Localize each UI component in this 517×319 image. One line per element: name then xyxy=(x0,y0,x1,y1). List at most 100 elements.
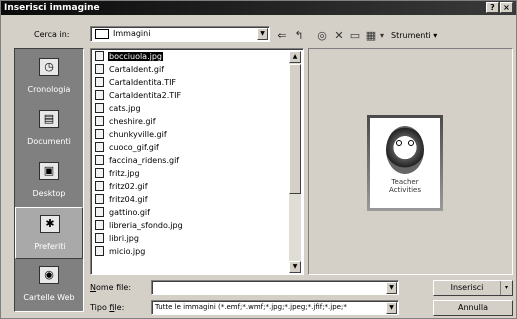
file-name-field[interactable]: ▼ xyxy=(151,280,399,295)
vertical-scrollbar[interactable]: ▲ ▼ xyxy=(289,51,301,273)
list-item[interactable]: libri.jpg xyxy=(95,233,140,244)
list-item[interactable]: gattino.gif xyxy=(95,207,151,218)
preview-caption-line1: Teacher xyxy=(391,178,419,186)
new-folder-icon[interactable]: ▭ xyxy=(348,28,362,44)
list-item[interactable]: fritz.jpg xyxy=(95,168,141,179)
insert-picture-dialog: Inserisci immagine ? × Cerca in: Immagin… xyxy=(0,0,517,319)
image-file-icon xyxy=(95,220,104,230)
close-button[interactable]: × xyxy=(500,2,513,13)
file-name: libri.jpg xyxy=(109,234,139,243)
place-label: Cronologia xyxy=(27,85,71,94)
image-file-icon xyxy=(95,168,104,178)
views-icon[interactable]: ▦ xyxy=(364,28,378,44)
place-my-documents[interactable]: ▤ Documenti xyxy=(15,103,83,155)
scroll-up-icon[interactable]: ▲ xyxy=(289,51,301,63)
tools-dropdown-icon: ▾ xyxy=(433,31,438,40)
file-name: fritz04.gif xyxy=(109,195,148,204)
image-file-icon xyxy=(95,103,104,113)
delete-icon[interactable]: ✕ xyxy=(332,28,346,44)
desktop-icon: ▣ xyxy=(39,162,59,180)
image-file-icon xyxy=(95,233,104,243)
file-type-label-prefix: Tipo xyxy=(90,303,110,312)
tools-menu[interactable]: Strumenti ▾ xyxy=(391,31,437,40)
insert-button-label: Inserisci xyxy=(450,283,484,292)
tools-menu-label: Strumenti xyxy=(391,31,431,40)
history-icon: ◷ xyxy=(39,58,59,76)
insert-options-icon[interactable]: ▾ xyxy=(500,281,512,295)
chevron-down-icon[interactable]: ▼ xyxy=(386,302,397,314)
list-item[interactable]: CartaIdentita.TIF xyxy=(95,77,177,88)
image-file-icon xyxy=(95,116,104,126)
file-name: micio.jpg xyxy=(109,247,146,256)
file-name: CartaIdent.gif xyxy=(109,65,165,74)
image-file-icon xyxy=(95,129,104,139)
place-label: Cartelle Web xyxy=(23,293,75,302)
list-item[interactable]: cats.jpg xyxy=(95,103,142,114)
place-label: Preferiti xyxy=(34,242,66,251)
views-dropdown-icon[interactable]: ▾ xyxy=(378,28,386,44)
list-item[interactable]: libreria_sfondo.jpg xyxy=(95,220,184,231)
preview-caption-line2: Activities xyxy=(389,186,421,194)
file-type-label: Tipo file: xyxy=(90,303,124,312)
my-documents-icon: ▤ xyxy=(39,110,59,128)
image-file-icon xyxy=(95,194,104,204)
file-type-dropdown[interactable]: Tutte le immagini (*.emf;*.wmf;*.jpg;*.j… xyxy=(151,300,399,315)
file-name: fritz02.gif xyxy=(109,182,148,191)
file-name: fritz.jpg xyxy=(109,169,140,178)
chevron-down-icon[interactable]: ▼ xyxy=(386,282,397,294)
file-type-label-rest: ile: xyxy=(114,303,125,312)
list-item[interactable]: CartaIdentita2.TIF xyxy=(95,90,182,101)
web-folders-icon: ◉ xyxy=(39,266,59,284)
place-history[interactable]: ◷ Cronologia xyxy=(15,51,83,103)
scroll-down-icon[interactable]: ▼ xyxy=(289,261,301,273)
look-in-value: Immagini xyxy=(113,29,151,38)
folder-icon xyxy=(95,29,109,39)
file-name: cats.jpg xyxy=(109,104,141,113)
list-item[interactable]: micio.jpg xyxy=(95,246,146,257)
preview-picture: Teacher Activities xyxy=(370,118,440,208)
list-item[interactable]: bocciuola.jpg xyxy=(95,51,164,62)
file-name: cheshire.gif xyxy=(109,117,156,126)
file-name: bocciuola.jpg xyxy=(108,52,164,61)
list-item[interactable]: CartaIdent.gif xyxy=(95,64,165,75)
image-file-icon xyxy=(95,181,104,191)
list-item[interactable]: cuoco_gif.gif xyxy=(95,142,160,153)
look-in-dropdown[interactable]: Immagini ▼ xyxy=(90,26,270,42)
up-folder-icon[interactable]: ↰ xyxy=(291,28,307,44)
search-web-icon[interactable]: ◎ xyxy=(314,28,330,44)
file-list[interactable]: bocciuola.jpg CartaIdent.gif CartaIdenti… xyxy=(90,48,304,275)
place-desktop[interactable]: ▣ Desktop xyxy=(15,155,83,207)
image-file-icon xyxy=(95,90,104,100)
list-item[interactable]: chunkyville.gif xyxy=(95,129,168,140)
dialog-titlebar: Inserisci immagine ? × xyxy=(1,1,516,15)
help-button[interactable]: ? xyxy=(486,2,499,13)
image-file-icon xyxy=(95,77,104,87)
insert-button[interactable]: Inserisci ▾ xyxy=(433,280,513,296)
preview-pane: Teacher Activities xyxy=(308,48,513,275)
scrollbar-thumb[interactable] xyxy=(289,64,301,194)
cartoon-eye xyxy=(408,140,414,146)
list-item[interactable]: faccina_ridens.gif xyxy=(95,155,180,166)
image-preview: Teacher Activities xyxy=(367,115,443,211)
file-name: CartaIdentita.TIF xyxy=(109,78,177,87)
back-icon[interactable]: ⇐ xyxy=(275,28,289,44)
place-web-folders[interactable]: ◉ Cartelle Web xyxy=(15,259,83,311)
image-file-icon xyxy=(95,246,104,256)
cancel-button[interactable]: Annulla xyxy=(433,300,513,316)
file-name: faccina_ridens.gif xyxy=(109,156,180,165)
image-file-icon xyxy=(95,51,104,61)
dialog-title: Inserisci immagine xyxy=(4,3,100,13)
file-type-value: Tutte le immagini (*.emf;*.wmf;*.jpg;*.j… xyxy=(155,303,347,311)
list-item[interactable]: cheshire.gif xyxy=(95,116,157,127)
image-file-icon xyxy=(95,64,104,74)
cartoon-eye xyxy=(396,140,402,146)
file-name: CartaIdentita2.TIF xyxy=(109,91,182,100)
chevron-down-icon[interactable]: ▼ xyxy=(257,28,268,40)
file-name: chunkyville.gif xyxy=(109,130,167,139)
cartoon-face xyxy=(386,126,424,174)
list-item[interactable]: fritz02.gif xyxy=(95,181,149,192)
image-file-icon xyxy=(95,207,104,217)
list-item[interactable]: fritz04.gif xyxy=(95,194,149,205)
image-file-icon xyxy=(95,142,104,152)
place-favorites[interactable]: ✱ Preferiti xyxy=(15,207,83,259)
